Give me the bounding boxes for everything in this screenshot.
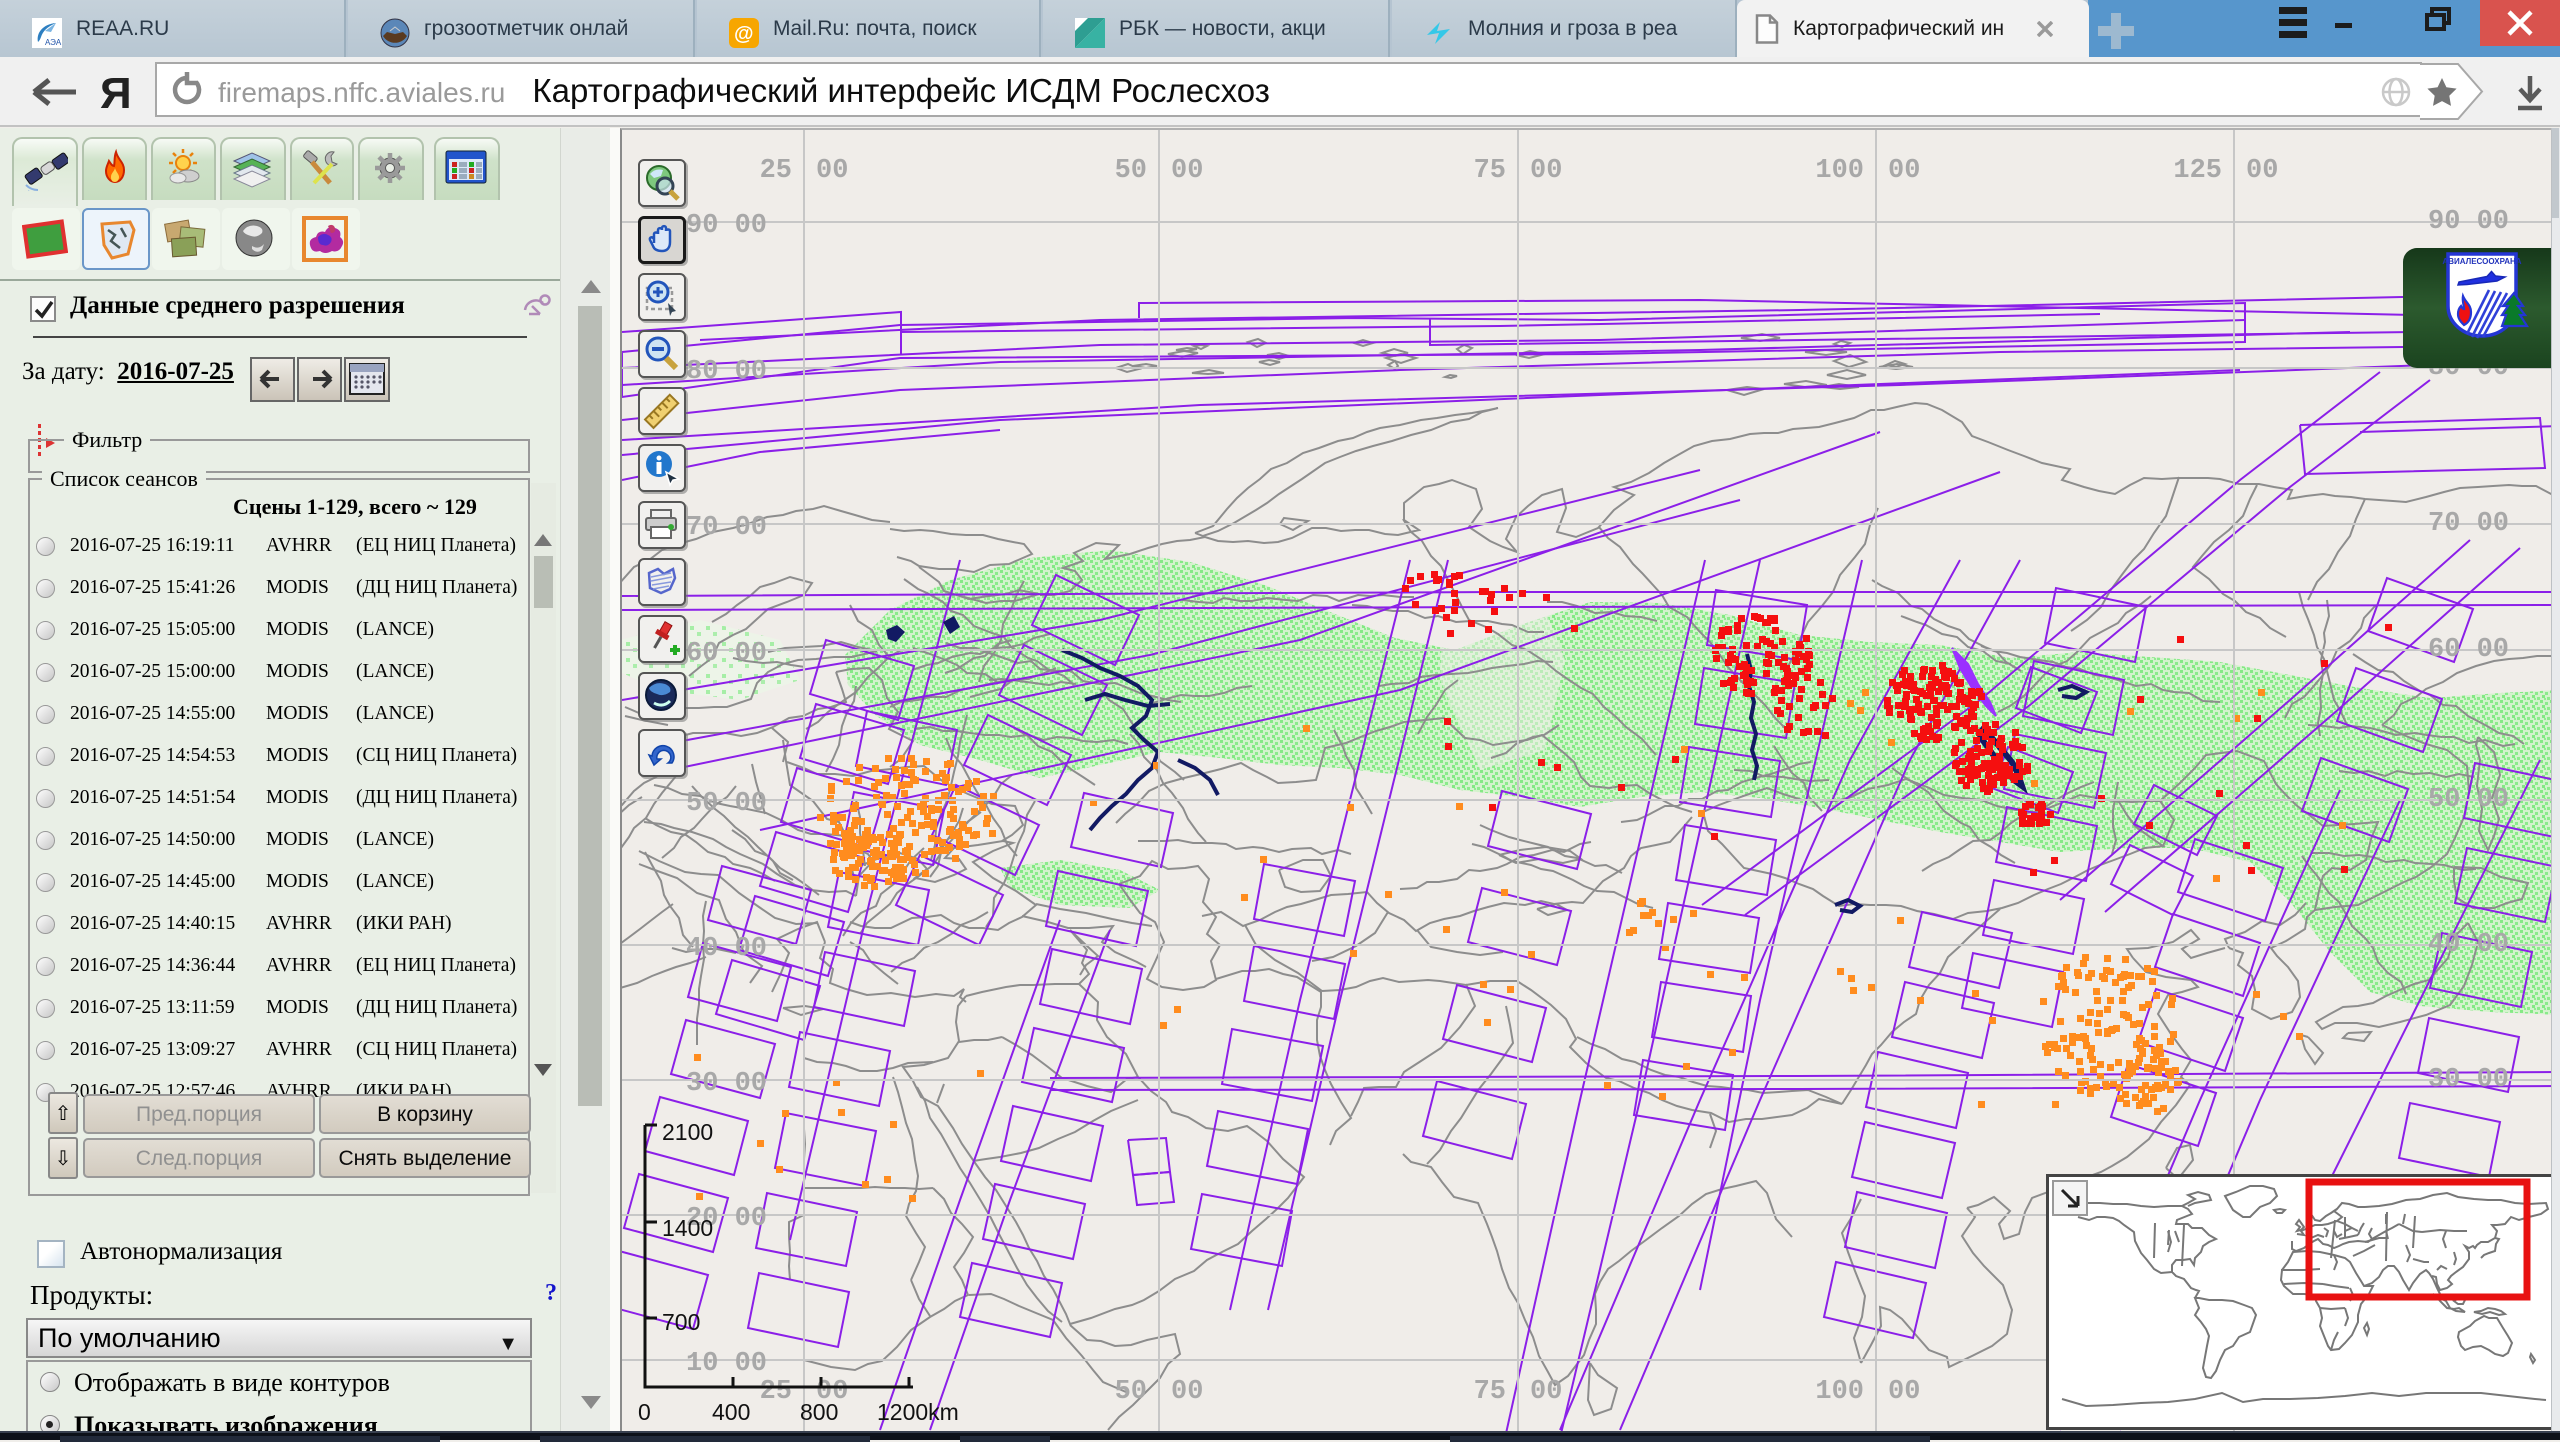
svg-text:0: 0 [638, 1399, 651, 1425]
svg-text:Я: Я [100, 69, 132, 118]
svg-text:00: 00 [1530, 156, 1562, 186]
svg-text:30 00: 30 00 [2428, 1065, 2509, 1095]
svg-text:700: 700 [662, 1309, 700, 1335]
svg-text:400: 400 [712, 1399, 750, 1425]
svg-text:1400: 1400 [662, 1215, 713, 1241]
svg-text:125: 125 [2173, 156, 2222, 186]
svg-text:100: 100 [1815, 1377, 1864, 1407]
svg-text:00: 00 [1171, 1377, 1203, 1407]
svg-text:800: 800 [800, 1399, 838, 1425]
svg-text:30 00: 30 00 [686, 1069, 767, 1099]
svg-text:40 00: 40 00 [686, 934, 767, 964]
svg-text:25: 25 [760, 1377, 792, 1407]
svg-text:00: 00 [2246, 156, 2278, 186]
svg-text:100: 100 [1815, 156, 1864, 186]
svg-text:АВИАЛЕСООХРАНА: АВИАЛЕСООХРАНА [2442, 257, 2521, 266]
svg-text:50 00: 50 00 [2428, 785, 2509, 815]
svg-text:40 00: 40 00 [2428, 930, 2509, 960]
svg-text:00: 00 [1888, 1377, 1920, 1407]
svg-text:75: 75 [1474, 156, 1506, 186]
svg-text:@: @ [734, 23, 754, 45]
svg-text:60 00: 60 00 [2428, 635, 2509, 665]
svg-text:00: 00 [816, 156, 848, 186]
svg-text:1200km: 1200km [877, 1399, 959, 1425]
svg-text:90 00: 90 00 [686, 211, 767, 241]
svg-text:АЭА: АЭА [45, 38, 62, 47]
svg-text:80 00: 80 00 [686, 357, 767, 387]
svg-text:50: 50 [1115, 1377, 1147, 1407]
svg-text:10 00: 10 00 [686, 1349, 767, 1379]
svg-text:60 00: 60 00 [686, 639, 767, 669]
svg-text:70 00: 70 00 [686, 513, 767, 543]
svg-text:2100: 2100 [662, 1119, 713, 1145]
svg-text:50 00: 50 00 [686, 789, 767, 819]
svg-text:75: 75 [1474, 1377, 1506, 1407]
svg-text:70 00: 70 00 [2428, 509, 2509, 539]
svg-text:25: 25 [760, 156, 792, 186]
svg-text:50: 50 [1115, 156, 1147, 186]
svg-text:00: 00 [1530, 1377, 1562, 1407]
svg-text:00: 00 [1888, 156, 1920, 186]
svg-text:90 00: 90 00 [2428, 207, 2509, 237]
svg-text:00: 00 [1171, 156, 1203, 186]
